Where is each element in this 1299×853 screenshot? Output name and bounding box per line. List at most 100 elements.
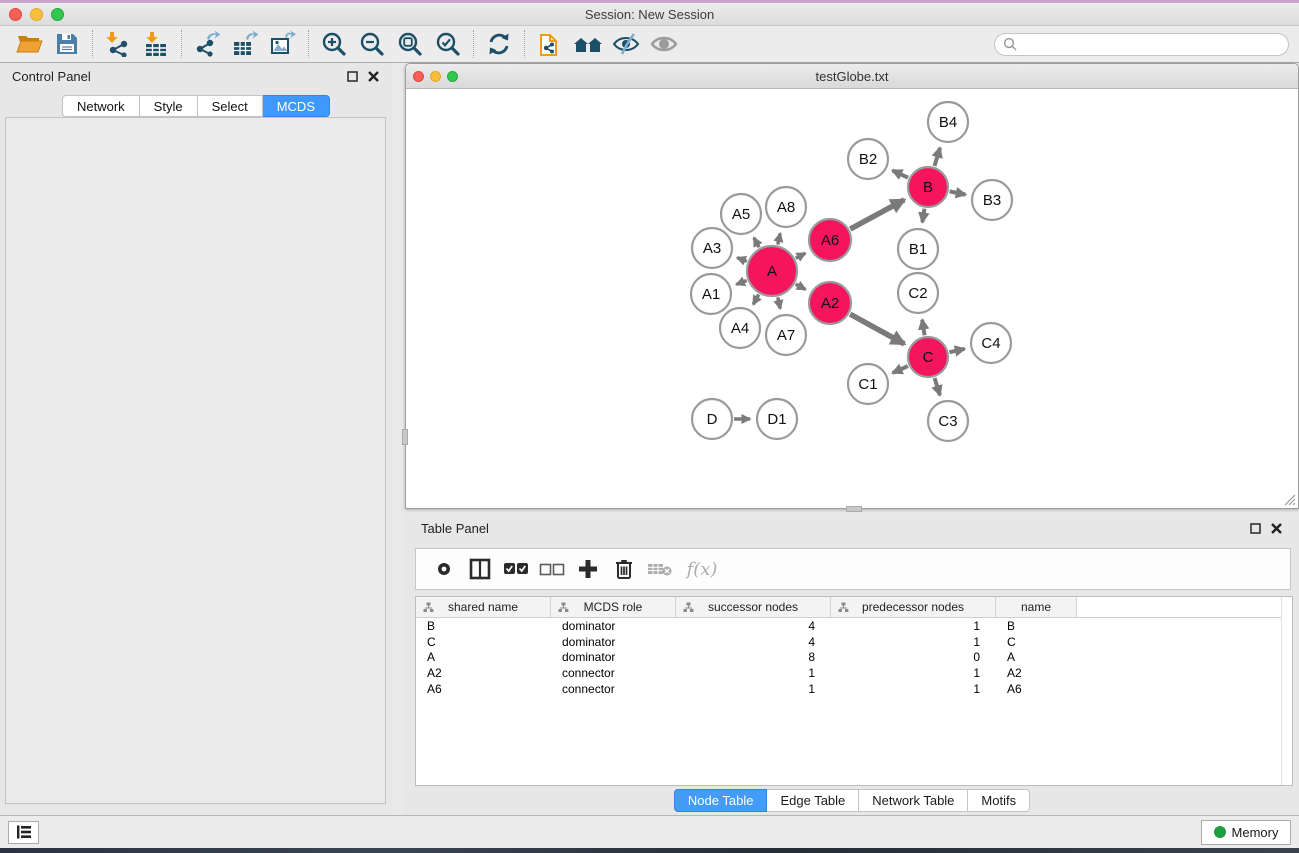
table-row[interactable]: A2connector11A2	[416, 665, 1292, 681]
cell-successor-nodes[interactable]: 8	[676, 650, 831, 664]
cell-predecessor-nodes[interactable]: 1	[831, 682, 996, 696]
cell-MCDS-role[interactable]: connector	[551, 666, 676, 680]
unselect-all-columns-icon[interactable]	[534, 552, 570, 586]
refresh-icon[interactable]	[480, 28, 518, 60]
network-window-titlebar[interactable]: testGlobe.txt	[406, 64, 1298, 89]
edge-B-B3[interactable]	[950, 191, 966, 194]
close-panel-icon[interactable]	[367, 70, 380, 83]
float-panel-icon[interactable]	[1249, 522, 1262, 535]
column-header-MCDS-role[interactable]: MCDS role	[551, 597, 676, 617]
cell-MCDS-role[interactable]: dominator	[551, 635, 676, 649]
edge-A-A1[interactable]	[736, 281, 746, 285]
export-network-icon[interactable]	[188, 28, 226, 60]
zoom-out-icon[interactable]	[353, 28, 391, 60]
cell-shared-name[interactable]: A	[416, 650, 551, 664]
table-row[interactable]: Adominator80A	[416, 650, 1292, 666]
cell-shared-name[interactable]: A2	[416, 666, 551, 680]
export-table-icon[interactable]	[226, 28, 264, 60]
table-row[interactable]: Bdominator41B	[416, 618, 1292, 634]
cell-shared-name[interactable]: B	[416, 619, 551, 633]
tab-select[interactable]: Select	[198, 95, 263, 117]
delete-columns-icon[interactable]	[606, 552, 642, 586]
table-settings-icon[interactable]	[426, 552, 462, 586]
window-resize-grip[interactable]	[1284, 494, 1296, 506]
edge-A-A4[interactable]	[753, 295, 759, 305]
hide-graphics-details-icon[interactable]	[607, 28, 645, 60]
search-input[interactable]	[1017, 37, 1280, 51]
cell-name[interactable]: A6	[996, 682, 1077, 696]
column-header-successor-nodes[interactable]: successor nodes	[676, 597, 831, 617]
splitter-handle-bottom[interactable]	[846, 506, 862, 512]
network-from-selection-icon[interactable]	[531, 28, 569, 60]
add-column-icon[interactable]	[570, 552, 606, 586]
delete-table-icon[interactable]	[642, 552, 678, 586]
cell-successor-nodes[interactable]: 4	[676, 619, 831, 633]
cell-name[interactable]: B	[996, 619, 1077, 633]
tab-edge-table[interactable]: Edge Table	[767, 789, 859, 812]
cell-name[interactable]: A2	[996, 666, 1077, 680]
edge-A-A7[interactable]	[778, 297, 780, 308]
edge-A-A3[interactable]	[737, 258, 747, 262]
zoom-fit-icon[interactable]	[391, 28, 429, 60]
edge-B-B1[interactable]	[922, 209, 924, 223]
function-builder-icon[interactable]: f(x)	[678, 552, 726, 586]
edge-A-A8[interactable]	[778, 233, 780, 244]
memory-button[interactable]: Memory	[1201, 820, 1291, 845]
edge-B-B2[interactable]	[892, 170, 908, 177]
edge-C-C2[interactable]	[922, 320, 924, 336]
splitter-handle-left[interactable]	[402, 429, 408, 445]
node-table[interactable]: shared nameMCDS rolesuccessor nodesprede…	[415, 596, 1293, 786]
edge-A6-B[interactable]	[850, 200, 904, 229]
export-image-icon[interactable]	[264, 28, 302, 60]
show-graphics-details-icon[interactable]	[645, 28, 683, 60]
edge-C-C1[interactable]	[893, 366, 908, 373]
cell-successor-nodes[interactable]: 4	[676, 635, 831, 649]
cell-successor-nodes[interactable]: 1	[676, 666, 831, 680]
float-panel-icon[interactable]	[346, 70, 359, 83]
open-session-icon[interactable]	[10, 28, 48, 60]
column-header-name[interactable]: name	[996, 597, 1077, 617]
tab-mcds[interactable]: MCDS	[263, 95, 330, 117]
cell-MCDS-role[interactable]: connector	[551, 682, 676, 696]
zoom-in-icon[interactable]	[315, 28, 353, 60]
cell-shared-name[interactable]: C	[416, 635, 551, 649]
cell-predecessor-nodes[interactable]: 1	[831, 666, 996, 680]
edge-A-A5[interactable]	[754, 238, 759, 248]
edge-C-C3[interactable]	[935, 378, 940, 395]
first-neighbors-icon[interactable]	[569, 28, 607, 60]
select-all-columns-icon[interactable]	[498, 552, 534, 586]
cell-successor-nodes[interactable]: 1	[676, 682, 831, 696]
cell-MCDS-role[interactable]: dominator	[551, 650, 676, 664]
cell-predecessor-nodes[interactable]: 1	[831, 619, 996, 633]
cell-name[interactable]: A	[996, 650, 1077, 664]
edge-A-A6[interactable]	[796, 253, 805, 258]
task-history-button[interactable]	[8, 821, 39, 844]
search-field[interactable]	[994, 33, 1289, 56]
cell-MCDS-role[interactable]: dominator	[551, 619, 676, 633]
table-row[interactable]: Cdominator41C	[416, 634, 1292, 650]
zoom-selected-icon[interactable]	[429, 28, 467, 60]
close-panel-icon[interactable]	[1270, 522, 1283, 535]
tab-motifs[interactable]: Motifs	[968, 789, 1030, 812]
tab-network[interactable]: Network	[62, 95, 140, 117]
table-row[interactable]: A6connector11A6	[416, 681, 1292, 697]
cell-shared-name[interactable]: A6	[416, 682, 551, 696]
tab-style[interactable]: Style	[140, 95, 198, 117]
edge-C-C4[interactable]	[949, 349, 964, 352]
tab-node-table[interactable]: Node Table	[674, 789, 768, 812]
tab-network-table[interactable]: Network Table	[859, 789, 968, 812]
table-scrollbar[interactable]	[1281, 597, 1292, 785]
cell-name[interactable]: C	[996, 635, 1077, 649]
column-header-shared-name[interactable]: shared name	[416, 597, 551, 617]
edge-B-B4[interactable]	[934, 148, 940, 166]
import-table-icon[interactable]	[137, 28, 175, 60]
network-graph-canvas[interactable]: B4B2BB3A8A5A6A3B1AA1C2A2A4A7C4CC1C3DD1	[407, 90, 1297, 508]
save-session-icon[interactable]	[48, 28, 86, 60]
edge-A2-C[interactable]	[850, 314, 904, 344]
import-network-icon[interactable]	[99, 28, 137, 60]
split-columns-icon[interactable]	[462, 552, 498, 586]
cell-predecessor-nodes[interactable]: 0	[831, 650, 996, 664]
cell-predecessor-nodes[interactable]: 1	[831, 635, 996, 649]
column-header-predecessor-nodes[interactable]: predecessor nodes	[831, 597, 996, 617]
edge-A-A2[interactable]	[796, 284, 806, 289]
